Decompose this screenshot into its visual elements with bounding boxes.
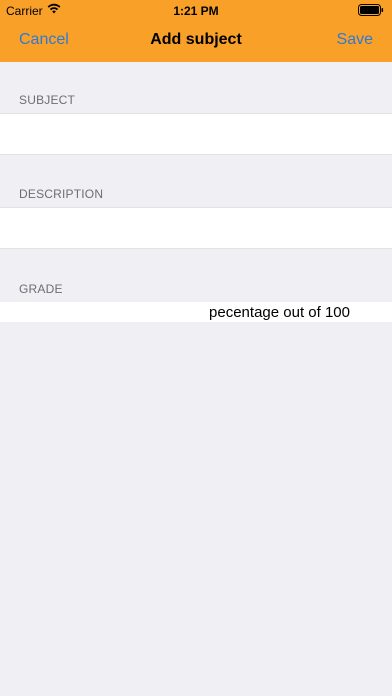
description-label: DESCRIPTION xyxy=(19,187,104,201)
page-title: Add subject xyxy=(150,31,242,48)
grade-input[interactable] xyxy=(0,302,392,322)
description-input[interactable] xyxy=(0,208,392,248)
grade-label: GRADE xyxy=(19,282,63,296)
subject-input[interactable] xyxy=(0,114,392,154)
description-field-row xyxy=(0,207,392,249)
battery-icon xyxy=(358,4,384,16)
add-subject-screen: Carrier 1:21 PM Cancel Add subject Save … xyxy=(0,0,392,696)
status-time: 1:21 PM xyxy=(173,4,219,18)
header: Carrier 1:21 PM Cancel Add subject Save xyxy=(0,0,392,62)
status-bar: Carrier 1:21 PM xyxy=(0,0,392,20)
subject-field-row xyxy=(0,113,392,155)
nav-bar: Cancel Add subject Save xyxy=(0,20,392,62)
subject-label: SUBJECT xyxy=(19,93,76,107)
grade-field-row xyxy=(0,302,392,322)
save-button[interactable]: Save xyxy=(337,31,373,49)
